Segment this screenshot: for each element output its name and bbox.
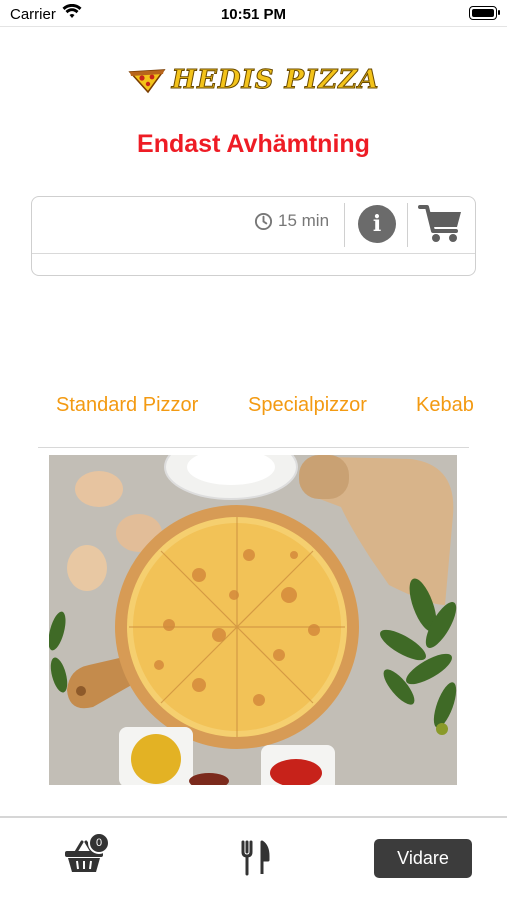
next-button[interactable]: Vidare (374, 839, 472, 878)
status-time: 10:51 PM (220, 6, 287, 23)
tab-kebab[interactable]: Kebab (416, 394, 474, 417)
status-divider (0, 26, 507, 27)
brand-logo: HEDIS PIZZA (0, 62, 507, 98)
card-divider (344, 203, 345, 247)
tab-standard-pizzor[interactable]: Standard Pizzor (56, 394, 198, 417)
clock-icon (254, 212, 273, 230)
info-card: 15 min i (31, 196, 476, 276)
bottom-bar-divider (0, 816, 507, 818)
delivery-time: 15 min (254, 211, 329, 231)
tab-specialpizzor[interactable]: Specialpizzor (248, 394, 367, 417)
category-tabs: Standard Pizzor Specialpizzor Kebab (0, 394, 507, 424)
utensils-icon[interactable] (240, 840, 270, 876)
pizza-hero-image (49, 455, 457, 785)
eta-label: 15 min (278, 211, 330, 230)
cart-icon[interactable] (418, 203, 464, 245)
info-button[interactable]: i (358, 205, 396, 243)
pizza-slice-icon (128, 69, 166, 94)
logo-text: HEDIS PIZZA (171, 65, 380, 96)
basket-count-badge: 0 (88, 832, 110, 854)
battery-icon (469, 6, 500, 20)
info-icon: i (372, 211, 382, 237)
card-row-divider (32, 253, 475, 254)
status-bar: Carrier 10:51 PM (0, 0, 507, 28)
pickup-only-title: Endast Avhämtning (137, 130, 370, 158)
card-divider (407, 203, 408, 247)
tabs-divider (38, 447, 469, 448)
